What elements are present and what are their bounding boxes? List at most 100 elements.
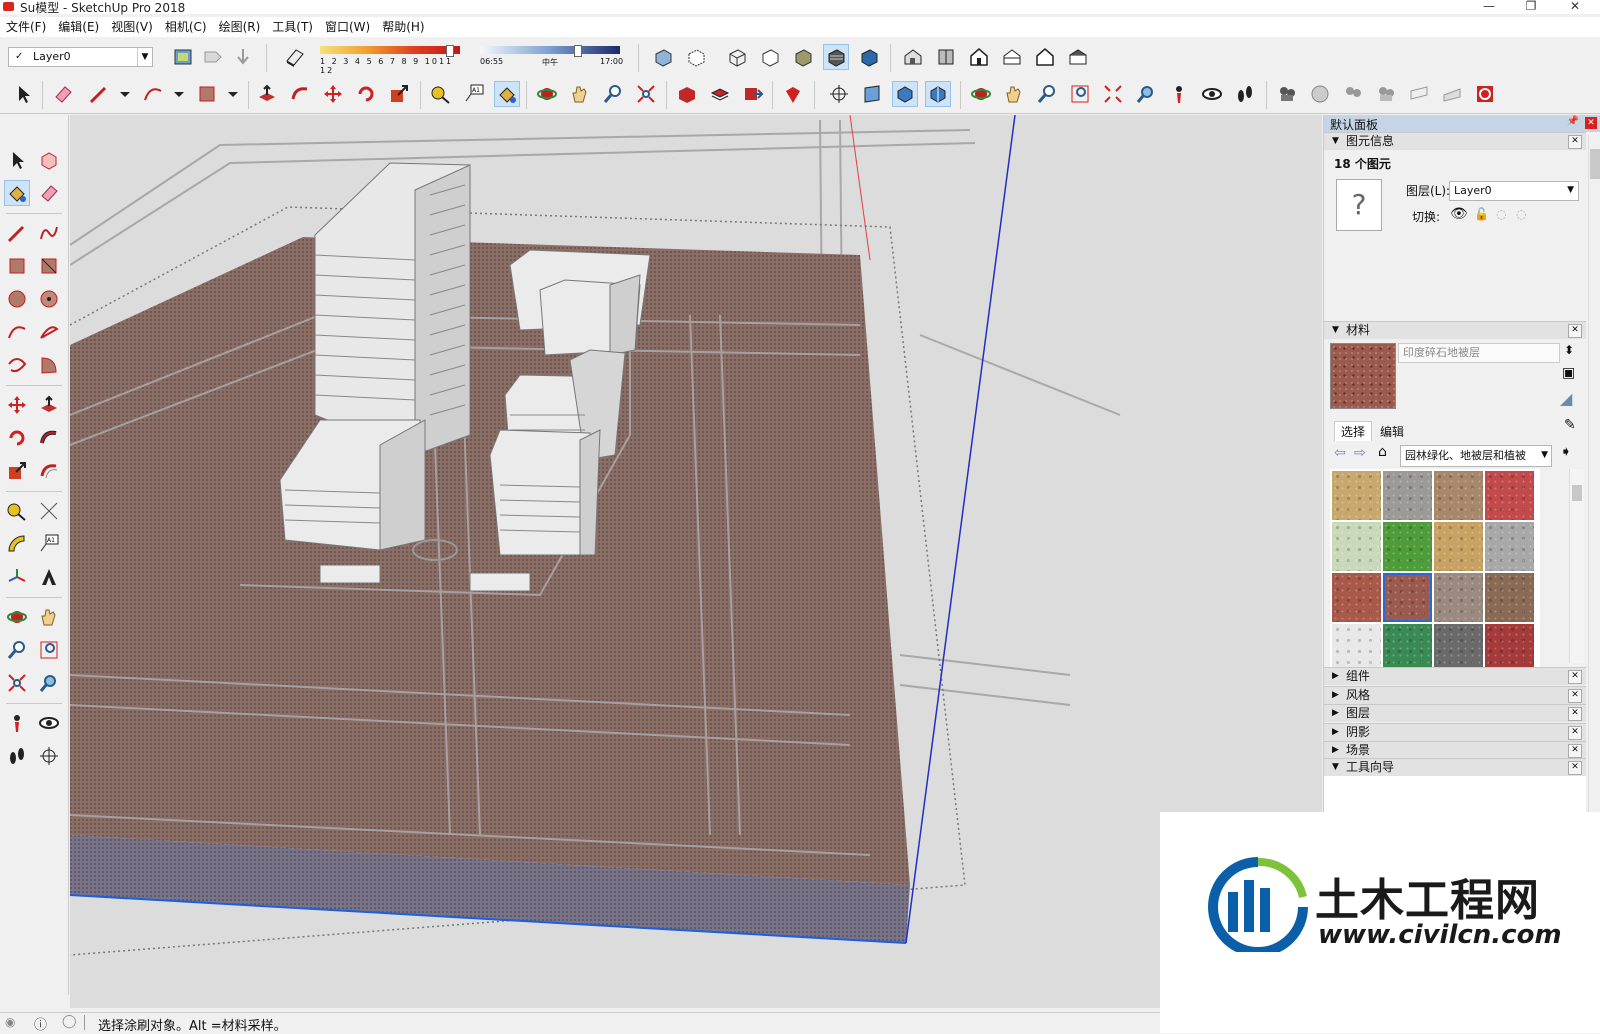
collapsed-section-header[interactable]: ▶ 组件 ✕ (1324, 667, 1586, 685)
sandbox-flip-icon[interactable] (1472, 81, 1498, 107)
collapsed-section-header[interactable]: ▶ 阴影 ✕ (1324, 722, 1586, 741)
scale-icon[interactable] (386, 81, 412, 107)
close-button[interactable]: ✕ (1560, 0, 1590, 13)
month-slider[interactable] (320, 46, 460, 54)
arc-icon[interactable] (140, 81, 166, 107)
section-close-icon[interactable]: ✕ (1568, 135, 1582, 149)
section-close-icon[interactable]: ✕ (1568, 744, 1582, 758)
rectangle-tool-icon[interactable] (4, 253, 30, 279)
material-swatch[interactable] (1383, 522, 1432, 571)
section-plane-icon[interactable] (859, 81, 885, 107)
material-swatch[interactable] (1434, 522, 1483, 571)
freehand-tool-icon[interactable] (36, 220, 62, 246)
details-arrow-icon[interactable]: ➧ (1560, 444, 1572, 460)
text-icon[interactable]: A1 (461, 81, 487, 107)
material-swatch[interactable] (1485, 573, 1534, 622)
follow-me-icon[interactable] (287, 81, 313, 107)
make-component-icon[interactable] (36, 147, 62, 173)
material-swatch[interactable] (1383, 573, 1432, 622)
look-around-tool-icon[interactable] (36, 710, 62, 736)
pencil-line-icon[interactable] (86, 81, 112, 107)
xray-icon[interactable] (650, 44, 676, 70)
material-swatch[interactable] (1383, 624, 1432, 669)
previous-view-icon[interactable] (1133, 81, 1159, 107)
menu-edit[interactable]: 编辑(E) (52, 17, 105, 37)
back-arrow-icon[interactable]: ⇦ (1334, 445, 1346, 461)
display-section-cuts-icon[interactable] (925, 81, 951, 107)
layer-dropdown[interactable]: ✓ Layer0 ▼ (8, 47, 153, 67)
material-swatch[interactable] (1485, 624, 1534, 669)
tray-close-icon[interactable]: ✕ (1585, 117, 1597, 129)
walk-tool-icon[interactable] (4, 743, 30, 769)
menu-window[interactable]: 窗口(W) (319, 17, 376, 37)
collapsed-section-header[interactable]: ▶ 图层 ✕ (1324, 704, 1586, 722)
entity-info-header[interactable]: ▼ 图元信息 ✕ (1324, 132, 1586, 150)
section-plane-tool-icon[interactable] (36, 743, 62, 769)
scale-tool-icon[interactable] (4, 458, 30, 484)
geo-location-icon[interactable]: ◉ (5, 1015, 15, 1029)
move-tool-icon[interactable] (4, 392, 30, 418)
section-close-icon[interactable]: ✕ (1568, 688, 1582, 703)
push-pull-icon[interactable] (254, 81, 280, 107)
eraser-icon[interactable] (50, 81, 76, 107)
maximize-button[interactable]: ❐ (1516, 0, 1546, 13)
section-close-icon[interactable]: ✕ (1568, 761, 1582, 775)
sandbox-stamp-icon[interactable] (1373, 81, 1399, 107)
sample-paint-icon[interactable]: ✎ (1564, 417, 1576, 433)
arc-dropdown-icon[interactable] (166, 81, 192, 107)
iso-view-icon[interactable] (900, 44, 926, 70)
pie-tool-icon[interactable] (36, 352, 62, 378)
sandbox-detail-icon[interactable] (1439, 81, 1465, 107)
3d-text-tool-icon[interactable] (36, 564, 62, 590)
pan-tool-icon[interactable] (36, 604, 62, 630)
tape-measure-tool-icon[interactable] (4, 498, 30, 524)
orbit-tool-icon[interactable] (4, 604, 30, 630)
entity-layer-select[interactable]: Layer0 ▼ (1449, 181, 1579, 201)
menu-tools[interactable]: 工具(T) (266, 17, 319, 37)
walk-footprints-icon[interactable] (1232, 81, 1258, 107)
share-component-icon[interactable] (740, 81, 766, 107)
section-close-icon[interactable]: ✕ (1568, 725, 1582, 740)
section-close-icon[interactable]: ✕ (1568, 324, 1582, 338)
tab-edit[interactable]: 编辑 (1374, 422, 1410, 441)
move-icon[interactable] (320, 81, 346, 107)
rotate-icon[interactable] (353, 81, 379, 107)
shape-dropdown-icon[interactable] (220, 81, 246, 107)
cast-shadow-icon[interactable]: ◌ (1496, 207, 1506, 221)
monochrome-icon[interactable] (856, 44, 882, 70)
zoom-window-icon[interactable] (1067, 81, 1093, 107)
offset-tool-icon[interactable] (36, 458, 62, 484)
material-swatch[interactable] (1485, 471, 1534, 520)
minimize-button[interactable]: — (1474, 0, 1504, 13)
paint-bucket-tool-icon[interactable] (4, 180, 30, 206)
share-model-icon[interactable] (707, 81, 733, 107)
three-point-arc-tool-icon[interactable] (4, 352, 30, 378)
push-pull-tool-icon[interactable] (36, 392, 62, 418)
rotated-rectangle-tool-icon[interactable] (36, 253, 62, 279)
material-swatch[interactable] (1434, 624, 1483, 669)
text-tool-icon[interactable]: A1 (36, 531, 62, 557)
tab-select[interactable]: 选择 (1334, 421, 1373, 441)
forward-arrow-icon[interactable]: ⇨ (1354, 445, 1366, 461)
materials-header[interactable]: ▼ 材料 ✕ (1324, 321, 1586, 339)
pin-icon[interactable]: 📌 (1567, 116, 1579, 127)
extension-warehouse-icon[interactable] (780, 81, 806, 107)
left-view-icon[interactable] (1065, 44, 1091, 70)
month-slider-thumb[interactable] (446, 45, 454, 57)
paint-bucket-icon[interactable] (494, 81, 520, 107)
zoom-extents-icon[interactable] (633, 81, 659, 107)
material-swatch[interactable] (1383, 471, 1432, 520)
line-tool-icon[interactable] (4, 220, 30, 246)
select-arrow-icon[interactable] (10, 81, 36, 107)
tool-guide-header[interactable]: ▼ 工具向导 ✕ (1324, 758, 1586, 776)
collapsed-section-header[interactable]: ▶ 风格 ✕ (1324, 685, 1586, 704)
time-slider-thumb[interactable] (574, 45, 582, 57)
user-account-icon[interactable]: ◯ (62, 1014, 77, 1029)
menu-draw[interactable]: 绘图(R) (213, 17, 267, 37)
orbit-2-icon[interactable] (968, 81, 994, 107)
hidden-line-icon[interactable] (757, 44, 783, 70)
menu-view[interactable]: 视图(V) (105, 17, 159, 37)
line-dropdown-icon[interactable] (112, 81, 138, 107)
menu-help[interactable]: 帮助(H) (376, 17, 430, 37)
rotate-tool-icon[interactable] (4, 425, 30, 451)
